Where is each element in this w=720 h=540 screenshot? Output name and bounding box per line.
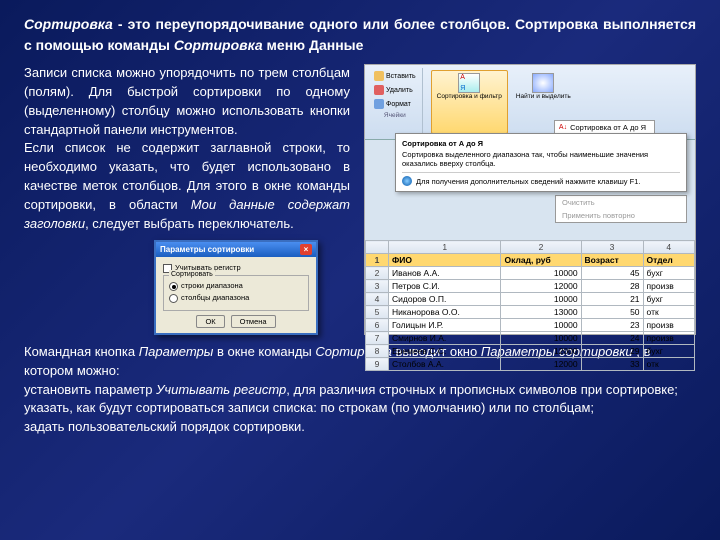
insert-button[interactable]: Вставить bbox=[372, 70, 418, 82]
find-icon bbox=[532, 73, 554, 93]
table-row: 4Сидоров О.П.1000021бухг bbox=[366, 293, 695, 306]
dialog-title-text: Параметры сортировки bbox=[160, 244, 254, 256]
help-icon bbox=[402, 176, 412, 186]
body-paragraph: Записи списка можно упорядочить по трем … bbox=[24, 64, 354, 335]
reapply-item[interactable]: Применить повторно bbox=[556, 209, 686, 222]
para-2b: , следует выбрать переключатель. bbox=[85, 216, 294, 231]
heading-text2: меню bbox=[263, 37, 309, 53]
table-row: 2Иванов А.А.1000045бухг bbox=[366, 267, 695, 280]
para-1: Записи списка можно упорядочить по трем … bbox=[24, 65, 350, 137]
format-button[interactable]: Формат bbox=[372, 98, 418, 110]
cancel-button[interactable]: Отмена bbox=[231, 315, 276, 328]
heading-term2: Сортировка bbox=[174, 37, 263, 53]
tooltip-head: Сортировка от А до Я bbox=[402, 139, 680, 148]
table-row: 3Петров С.И.1200028произв bbox=[366, 280, 695, 293]
delete-button[interactable]: Удалить bbox=[372, 84, 418, 96]
col-headers: 1 2 3 4 bbox=[366, 241, 695, 254]
table-row: 9Столбов А.А.1200033отк bbox=[366, 358, 695, 371]
clear-item[interactable]: Очистить bbox=[556, 196, 686, 209]
tooltip-f1: Для получения дополнительных сведений на… bbox=[416, 177, 640, 186]
table-header-row: 1 ФИО Оклад, руб Возраст Отдел bbox=[366, 254, 695, 267]
heading-menu: Данные bbox=[309, 37, 363, 53]
table-row: 7Смирнов И.А.1000024произв bbox=[366, 332, 695, 345]
table-row: 5Никанорова О.О.1300050отк bbox=[366, 306, 695, 319]
radio-rows[interactable]: строки диапазона bbox=[169, 281, 303, 292]
sort-filter-button[interactable]: AЯ Сортировка и фильтр bbox=[431, 70, 508, 134]
cells-group-label: Ячейки bbox=[372, 112, 418, 119]
tooltip-body: Сортировка выделенного диапазона так, чт… bbox=[402, 150, 680, 168]
heading-term1: Сортировка bbox=[24, 16, 113, 32]
ok-button[interactable]: ОК bbox=[196, 315, 224, 328]
close-icon[interactable]: × bbox=[300, 244, 312, 256]
slide-heading: Сортировка - это переупорядочивание одно… bbox=[24, 14, 696, 56]
sort-az-icon: A↓ bbox=[559, 124, 567, 131]
spreadsheet: 1 2 3 4 1 ФИО Оклад, руб Возраст Отдел 2… bbox=[365, 240, 695, 334]
sort-params-dialog: Параметры сортировки × Учитывать регистр… bbox=[154, 240, 318, 335]
dialog-titlebar: Параметры сортировки × bbox=[156, 242, 316, 258]
tooltip: Сортировка от А до Я Сортировка выделенн… bbox=[395, 133, 687, 192]
group-label: Сортировать bbox=[169, 270, 215, 280]
radio-cols[interactable]: столбцы диапазона bbox=[169, 293, 303, 304]
table-row: 6Голицын И.Р.1000023произв bbox=[366, 319, 695, 332]
data-table: 1 2 3 4 1 ФИО Оклад, руб Возраст Отдел 2… bbox=[365, 240, 695, 371]
excel-screenshot: Вставить Удалить Формат Ячейки AЯ Сортир… bbox=[364, 64, 696, 335]
table-row: 8Еремеев С.С.1200029бухг bbox=[366, 345, 695, 358]
filter-submenu: Очистить Применить повторно bbox=[555, 195, 687, 223]
sort-filter-icon: AЯ bbox=[458, 73, 480, 93]
